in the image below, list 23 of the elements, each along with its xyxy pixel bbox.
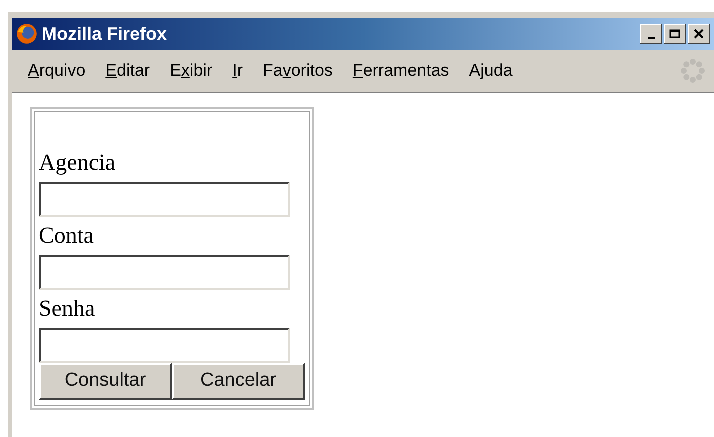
menu-item[interactable]: Arquivo	[27, 58, 87, 84]
form-button[interactable]: Cancelar	[172, 363, 305, 400]
close-button[interactable]	[688, 24, 710, 44]
field-label: Agencia	[39, 149, 116, 177]
input-field[interactable]	[39, 182, 290, 217]
form-button[interactable]: Consultar	[39, 363, 172, 400]
minimize-button[interactable]	[640, 24, 662, 44]
menu-item[interactable]: Ajuda	[468, 58, 514, 84]
menu-item[interactable]: Ir	[232, 58, 244, 84]
menu-item[interactable]: Exibir	[169, 58, 214, 84]
menu-item[interactable]: Editar	[104, 58, 152, 84]
maximize-icon	[669, 29, 681, 39]
maximize-button[interactable]	[664, 24, 686, 44]
minimize-icon	[648, 37, 654, 39]
menu-item[interactable]: Ferramentas	[352, 58, 450, 84]
input-field[interactable]	[39, 328, 290, 363]
field-label: Conta	[39, 222, 94, 250]
input-field[interactable]	[39, 255, 290, 290]
close-icon	[693, 29, 705, 39]
menu-item[interactable]: Favoritos	[262, 58, 334, 84]
browser-logo-icon	[16, 23, 38, 45]
window-title: Mozilla Firefox	[42, 22, 168, 46]
field-label: Senha	[39, 295, 96, 323]
